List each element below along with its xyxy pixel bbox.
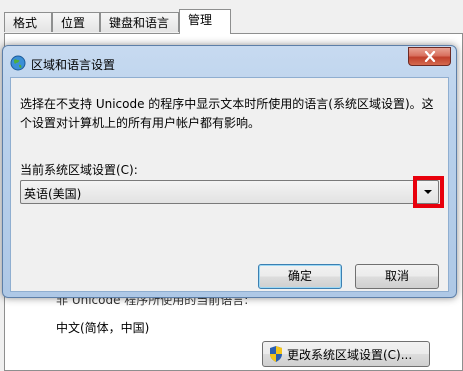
system-locale-dialog: 区域和语言设置 选择在不支持 Unicode 的程序中显示文本时所使用的语言(系… — [2, 45, 457, 298]
dialog-title: 区域和语言设置 — [31, 58, 116, 72]
change-system-locale-label: 更改系统区域设置(C)... — [287, 347, 413, 362]
tab-location[interactable]: 位置 — [52, 12, 100, 32]
close-icon — [424, 51, 435, 62]
dialog-client-area: 选择在不支持 Unicode 的程序中显示文本时所使用的语言(系统区域设置)。这… — [10, 77, 449, 292]
change-system-locale-button[interactable]: 更改系统区域设置(C)... — [262, 341, 430, 367]
cancel-button[interactable]: 取消 — [355, 264, 439, 289]
system-locale-combobox[interactable]: 英语(美国) — [20, 176, 444, 208]
close-button[interactable] — [408, 47, 451, 66]
description-line-1: 选择在不支持 Unicode 的程序中显示文本时所使用的语言(系统区域设置)。这 — [20, 97, 434, 111]
tab-formats[interactable]: 格式 — [4, 12, 52, 32]
description-line-2: 个设置对计算机上的所有用户帐户都有影响。 — [20, 116, 261, 130]
current-locale-text: 中文(简体，中国) — [56, 321, 150, 335]
uac-shield-icon — [270, 346, 282, 362]
system-locale-label: 当前系统区域设置(C): — [20, 163, 138, 177]
dialog-titlebar[interactable]: 区域和语言设置 — [3, 46, 456, 76]
globe-icon — [10, 55, 26, 71]
ok-button[interactable]: 确定 — [258, 264, 342, 289]
system-locale-value: 英语(美国) — [24, 187, 82, 201]
chevron-down-icon[interactable] — [424, 190, 432, 194]
tab-keyboards-languages[interactable]: 键盘和语言 — [100, 12, 179, 32]
dialog-description: 选择在不支持 Unicode 的程序中显示文本时所使用的语言(系统区域设置)。这… — [20, 95, 440, 133]
tab-administrative[interactable]: 管理 — [179, 9, 231, 34]
